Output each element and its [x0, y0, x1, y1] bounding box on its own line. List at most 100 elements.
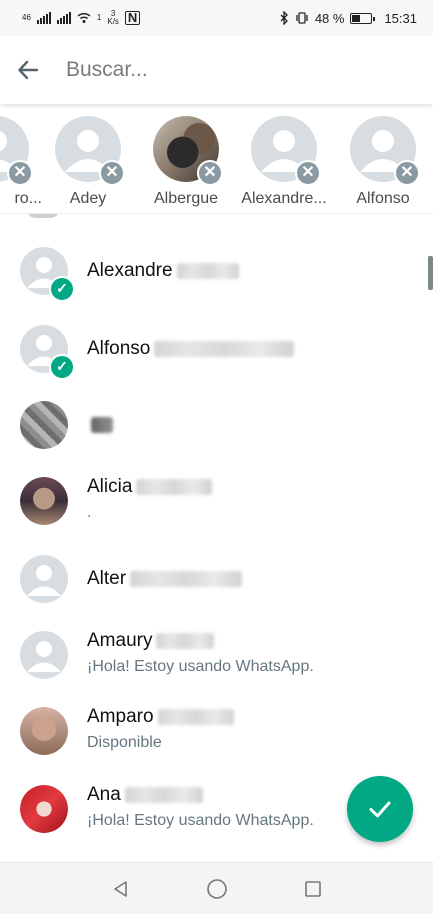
avatar — [20, 707, 68, 755]
contact-name: Alexandre — [87, 260, 413, 282]
avatar-photo — [20, 785, 68, 833]
avatar — [20, 631, 68, 679]
contact-first-name: Alfonso — [87, 338, 151, 359]
redacted-surname — [130, 571, 243, 587]
contact-first-name: Alicia — [87, 476, 133, 497]
battery-percent: 48 % — [314, 10, 345, 26]
redacted-surname — [154, 341, 295, 357]
avatar: ✓ — [20, 325, 75, 380]
contact-name: Alfonso — [87, 338, 413, 360]
check-icon — [369, 801, 391, 818]
avatar: ✓ — [20, 247, 75, 302]
bluetooth-icon — [280, 11, 288, 25]
nav-home-button[interactable] — [205, 877, 229, 901]
chip-name: Alfonso — [356, 190, 410, 207]
vibrate-icon — [296, 12, 308, 24]
clock: 15:31 — [384, 10, 417, 26]
chip-name: Albergue — [153, 190, 219, 207]
contact-name: Amaury — [87, 630, 413, 652]
partial-avatar — [26, 214, 60, 218]
selected-chip[interactable]: ✕ Alexandre... — [238, 116, 330, 208]
selected-chip[interactable]: ✕ Alfonso — [337, 116, 429, 208]
contact-first-name: Amparo — [87, 706, 154, 727]
circle-home-icon — [206, 878, 227, 899]
signal-icon — [36, 12, 51, 24]
square-recents-icon — [304, 880, 321, 897]
avatar — [20, 401, 68, 449]
selected-contacts-strip[interactable]: CA ✕ ro... ✕ Adey ✕ Albergue ✕ Alex — [0, 104, 433, 214]
status-left: 46 1 3 K/s N — [22, 10, 141, 26]
contact-name: Alicia — [87, 476, 413, 498]
selected-chip[interactable]: ✕ Albergue — [140, 116, 232, 208]
close-icon[interactable]: ✕ — [99, 160, 125, 186]
selected-chip[interactable]: ✕ Adey — [42, 116, 134, 208]
row-text: Alfonso — [87, 338, 413, 360]
contact-first-name: Alter — [87, 568, 127, 589]
list-item[interactable]: ✓ Alfonso — [0, 310, 433, 388]
redacted-surname — [156, 633, 215, 649]
default-avatar-icon — [27, 641, 61, 672]
close-icon[interactable]: ✕ — [394, 160, 420, 186]
row-text: Amparo Disponible — [87, 706, 413, 752]
row-text: Alter — [87, 568, 413, 590]
triangle-back-icon — [113, 880, 127, 897]
row-text: Alicia . — [87, 476, 413, 522]
list-item[interactable]: Alicia . — [0, 462, 433, 540]
avatar: ✕ — [350, 116, 420, 186]
check-icon: ✓ — [49, 354, 75, 380]
nfc-icon: N — [124, 11, 141, 25]
list-item[interactable]: Alter — [0, 540, 433, 618]
avatar — [20, 555, 68, 603]
contact-status: Disponible — [87, 734, 162, 751]
avatar — [20, 785, 68, 833]
list-item[interactable]: Amparo Disponible — [0, 692, 433, 770]
confirm-fab-button[interactable] — [347, 776, 413, 842]
redacted-surname — [124, 787, 203, 803]
contact-name — [87, 417, 413, 433]
avatar: ✕ — [55, 116, 125, 186]
back-button[interactable] — [14, 56, 42, 84]
contact-name: Amparo — [87, 706, 413, 728]
battery-icon — [350, 12, 376, 24]
avatar: ✕ — [153, 116, 223, 186]
screen: 46 1 3 K/s N 48 % 15:31 Buscar... ✕ ro..… — [0, 0, 433, 914]
contact-status: ¡Hola! Estoy usando WhatsApp. — [87, 658, 314, 675]
nav-recents-button[interactable] — [301, 877, 325, 901]
network-type: 46 — [22, 13, 31, 22]
avatar: ✕ — [251, 116, 321, 186]
contact-name: Alter — [87, 568, 413, 590]
contact-first-name: Amaury — [87, 630, 153, 651]
contact-first-name: Alexandre — [87, 260, 173, 281]
selected-chip[interactable]: CA ✕ ro... — [0, 116, 42, 208]
close-icon[interactable]: ✕ — [295, 160, 321, 186]
list-item[interactable]: ✓ Alexandre — [0, 232, 433, 310]
nav-back-button[interactable] — [109, 877, 133, 901]
check-icon: ✓ — [49, 276, 75, 302]
status-right: 48 % 15:31 — [280, 11, 417, 26]
row-text: Alexandre — [87, 260, 413, 282]
redacted-name — [91, 417, 113, 433]
signal-icon-2 — [56, 12, 71, 24]
redacted-surname — [176, 263, 239, 279]
search-header — [0, 36, 433, 104]
data-activity: 1 — [96, 13, 102, 22]
contact-list[interactable]: ✓ Alexandre ✓ Alfonso Alicia . Alter Ama… — [0, 214, 433, 862]
contact-status: . — [87, 504, 92, 521]
avatar-photo — [20, 401, 68, 449]
search-input[interactable] — [66, 58, 386, 82]
chip-name: Alexandre... — [241, 190, 327, 207]
net-speed-unit: K/s — [107, 17, 119, 26]
chip-name: ro... — [14, 190, 42, 207]
list-item[interactable] — [0, 386, 433, 464]
default-avatar-icon — [27, 565, 61, 596]
redacted-surname — [157, 709, 234, 725]
close-icon[interactable]: ✕ — [7, 160, 33, 186]
redacted-surname — [136, 479, 213, 495]
status-bar: 46 1 3 K/s N 48 % 15:31 — [0, 0, 433, 36]
row-text — [87, 417, 413, 433]
avatar-photo — [20, 707, 68, 755]
net-speed: 3 K/s — [107, 10, 119, 26]
list-item[interactable]: Amaury ¡Hola! Estoy usando WhatsApp. — [0, 616, 433, 694]
system-nav-bar — [0, 862, 433, 914]
close-icon[interactable]: ✕ — [197, 160, 223, 186]
